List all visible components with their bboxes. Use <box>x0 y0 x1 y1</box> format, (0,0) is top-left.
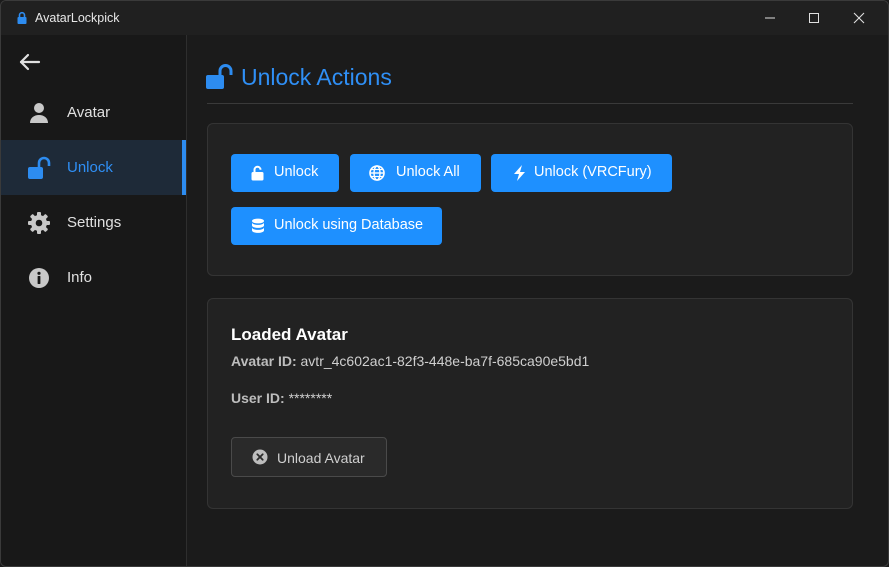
title-bar: AvatarLockpick <box>1 1 888 35</box>
avatar-id-label: Avatar ID: <box>231 353 297 369</box>
minimize-button[interactable] <box>747 1 793 35</box>
button-label: Unlock (VRCFury) <box>534 164 652 180</box>
unlock-vrcfury-button[interactable]: Unlock (VRCFury) <box>491 154 672 192</box>
sidebar-item-label: Avatar <box>67 104 111 121</box>
loaded-avatar-heading: Loaded Avatar <box>231 325 348 344</box>
bolt-icon <box>514 165 525 181</box>
avatar-id-value: avtr_4c602ac1-82f3-448e-ba7f-685ca90e5bd… <box>300 353 590 369</box>
avatar-id-line: Avatar ID: avtr_4c602ac1-82f3-448e-ba7f-… <box>231 353 589 369</box>
unlock-button[interactable]: Unlock <box>231 154 339 192</box>
gear-icon <box>28 212 50 234</box>
button-label: Unlock All <box>396 164 460 180</box>
minimize-icon <box>765 17 775 19</box>
globe-icon <box>369 165 385 181</box>
sidebar-item-label: Unlock <box>67 159 113 176</box>
sidebar-item-settings[interactable]: Settings <box>1 195 186 250</box>
sidebar: Avatar Unlock Settings Info <box>1 35 187 566</box>
button-label: Unlock using Database <box>274 217 424 233</box>
window-title: AvatarLockpick <box>35 11 120 25</box>
unload-avatar-button[interactable]: Unload Avatar <box>231 437 387 477</box>
loaded-avatar-card: Loaded Avatar Avatar ID: avtr_4c602ac1-8… <box>207 298 853 509</box>
unlock-icon <box>206 64 233 89</box>
maximize-button[interactable] <box>791 1 837 35</box>
divider <box>207 103 853 104</box>
user-id-value: ******** <box>288 390 333 406</box>
database-icon <box>252 218 264 233</box>
unlock-icon <box>28 156 51 179</box>
sidebar-item-label: Info <box>67 269 93 286</box>
close-icon <box>853 12 865 24</box>
maximize-icon <box>809 13 819 23</box>
sidebar-item-label: Settings <box>67 214 122 231</box>
arrow-left-icon[interactable] <box>17 51 45 73</box>
lock-icon <box>17 11 27 24</box>
button-label: Unload Avatar <box>277 450 365 466</box>
sidebar-item-unlock[interactable]: Unlock <box>1 140 186 195</box>
actions-card: Unlock Unlock All Unlock (VRCFury) Unloc… <box>207 123 853 276</box>
unlock-all-button[interactable]: Unlock All <box>350 154 481 192</box>
sidebar-item-info[interactable]: Info <box>1 250 186 305</box>
sidebar-item-avatar[interactable]: Avatar <box>1 85 186 140</box>
page-title: Unlock Actions <box>241 64 392 90</box>
user-id-label: User ID: <box>231 390 285 406</box>
user-icon <box>30 103 48 123</box>
info-icon <box>29 268 49 288</box>
close-button[interactable] <box>836 1 882 35</box>
user-id-line: User ID: ******** <box>231 390 332 406</box>
unlock-icon <box>251 165 264 181</box>
app-window: AvatarLockpick Avatar Unlock Settings In… <box>0 0 889 567</box>
unlock-database-button[interactable]: Unlock using Database <box>231 207 442 245</box>
button-label: Unlock <box>274 164 319 180</box>
close-circle-icon <box>252 449 268 465</box>
